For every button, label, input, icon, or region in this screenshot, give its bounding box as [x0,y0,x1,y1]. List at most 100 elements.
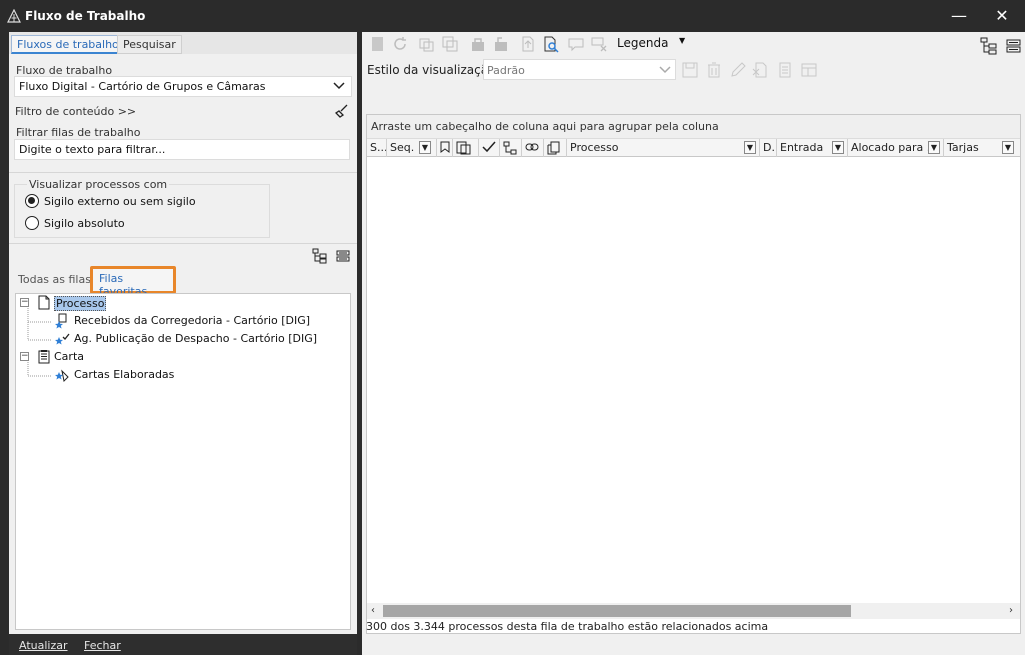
column-header-seq-label: Seq. [390,141,415,154]
app-logo-icon [7,9,21,23]
edit-icon[interactable] [729,61,747,79]
attachments-icon [456,141,471,155]
title-bar: Fluxo de Trabalho — ✕ [0,0,1025,32]
link-icon [525,143,539,151]
column-header-tags[interactable]: Tarjas ▼ [944,139,1020,157]
right-panel: Legenda ▼ Estilo da visualização Padrão … [362,32,1025,655]
tree-item-queue[interactable]: Cartas Elaboradas [74,368,174,381]
queue-filter-label: Filtrar filas de trabalho [16,126,141,139]
view-options-label: Visualizar processos com [27,178,170,191]
column-header-seq[interactable]: Seq. ▼ [387,139,437,157]
process-grid: Arraste um cabeçalho de coluna aqui para… [366,114,1021,634]
view-style-value: Padrão [487,64,525,77]
column-header-entry[interactable]: Entrada ▼ [777,139,848,157]
tab-search[interactable]: Pesquisar [117,35,182,54]
broom-icon[interactable] [334,104,349,121]
group-by-area[interactable]: Arraste um cabeçalho de coluna aqui para… [367,115,1020,139]
hierarchy-icon [503,141,517,155]
layout-icon[interactable] [800,61,818,79]
tree-view-icon[interactable] [312,248,328,267]
tab-all-queues[interactable]: Todas as filas [18,273,91,286]
document-list-icon[interactable] [776,61,794,79]
column-header-check[interactable] [479,139,500,157]
tree-item-process[interactable]: Processo [54,296,107,311]
list-view-icon[interactable] [1005,37,1023,55]
column-header-d[interactable]: D. [760,139,777,157]
column-header-allocated-label: Alocado para ... [851,141,938,154]
column-header-entry-label: Entrada [780,141,824,154]
queue-filter-input[interactable]: Digite o texto para filtrar... [14,139,350,160]
refresh-icon[interactable] [391,35,409,53]
left-panel: Fluxos de trabalho Pesquisar Fluxo de tr… [9,32,357,655]
minimize-button[interactable]: — [936,0,982,32]
chevron-down-icon [659,63,671,78]
radio-absolute-secrecy-label[interactable]: Sigilo absoluto [44,217,125,230]
horizontal-scrollbar[interactable]: ‹ › [367,603,1020,619]
column-header-attachments[interactable] [453,139,479,157]
column-header-status[interactable]: S... [367,139,387,157]
queue-star-icon [54,367,70,386]
expander-letter[interactable]: − [20,352,29,361]
upload-document-icon[interactable] [519,35,537,53]
view-style-select[interactable]: Padrão [483,59,676,80]
column-header-allocated[interactable]: Alocado para ... ▼ [848,139,944,157]
column-header-process-label: Processo [570,141,619,154]
scrollbar-thumb[interactable] [383,605,851,617]
window-title: Fluxo de Trabalho [25,9,146,23]
scroll-right-icon[interactable]: › [1009,605,1013,616]
view-style-label: Estilo da visualização [367,63,496,77]
filter-dropdown-icon[interactable]: ▼ [832,141,844,154]
bottom-button-bar: Atualizar Fechar [9,634,357,655]
refresh-button[interactable]: Atualizar [19,639,68,652]
filter-dropdown-icon[interactable]: ▼ [419,141,431,154]
document-icon [37,295,51,313]
flag-icon[interactable] [369,35,387,53]
content-filter-toggle[interactable]: Filtro de conteúdo >> [15,105,136,118]
bookmark-icon [440,141,450,153]
radio-external-secrecy-label[interactable]: Sigilo externo ou sem sigilo [44,195,196,208]
scroll-left-icon[interactable]: ‹ [371,605,375,616]
workflow-select-value: Fluxo Digital - Cartório de Grupos e Câm… [19,80,266,93]
filter-dropdown-icon[interactable]: ▼ [1002,141,1014,154]
radio-absolute-secrecy[interactable] [25,216,39,230]
filter-dropdown-icon[interactable]: ▼ [744,141,756,154]
workflow-select[interactable]: Fluxo Digital - Cartório de Grupos e Câm… [14,76,352,97]
tree-item-queue[interactable]: Recebidos da Corregedoria - Cartório [DI… [74,314,310,327]
column-header-bookmark[interactable] [437,139,453,157]
tree-item-queue[interactable]: Ag. Publicação de Despacho - Cartório [D… [74,332,317,345]
column-header-link[interactable] [522,139,544,157]
filter-dropdown-icon[interactable]: ▼ [928,141,940,154]
tab-workflows[interactable]: Fluxos de trabalho [11,35,125,54]
save-icon[interactable] [681,61,699,79]
remove-comment-icon[interactable] [590,35,608,53]
list-view-icon[interactable] [335,248,351,267]
tree-item-letter[interactable]: Carta [54,350,84,363]
lock-icon[interactable] [469,35,487,53]
column-header-tags-label: Tarjas [947,141,979,154]
column-header-hierarchy[interactable] [500,139,522,157]
unlock-icon[interactable] [492,35,510,53]
tab-favorite-queues[interactable]: Filas favoritas [90,266,176,298]
expander-process[interactable]: − [20,298,29,307]
left-tab-bar: Fluxos de trabalho Pesquisar [9,32,357,54]
delete-icon[interactable] [705,61,723,79]
duplicate-icon[interactable] [441,35,459,53]
column-header-documents[interactable] [544,139,567,157]
copy-icon[interactable] [418,35,436,53]
search-document-icon[interactable] [542,35,560,53]
export-icon[interactable] [752,61,770,79]
close-window-button[interactable]: ✕ [979,0,1025,32]
legend-button[interactable]: Legenda [617,36,668,50]
divider [9,243,357,244]
documents-icon [547,141,560,155]
caret-down-icon[interactable]: ▼ [679,36,685,45]
close-button[interactable]: Fechar [84,639,121,652]
tree-view-icon[interactable] [980,37,998,55]
check-icon [482,141,496,153]
radio-external-secrecy[interactable] [25,194,39,208]
column-header-process[interactable]: Processo ▼ [567,139,760,157]
chevron-down-icon [333,79,345,94]
comment-icon[interactable] [567,35,585,53]
letter-icon [37,349,51,367]
queue-star-check-icon [54,331,70,350]
